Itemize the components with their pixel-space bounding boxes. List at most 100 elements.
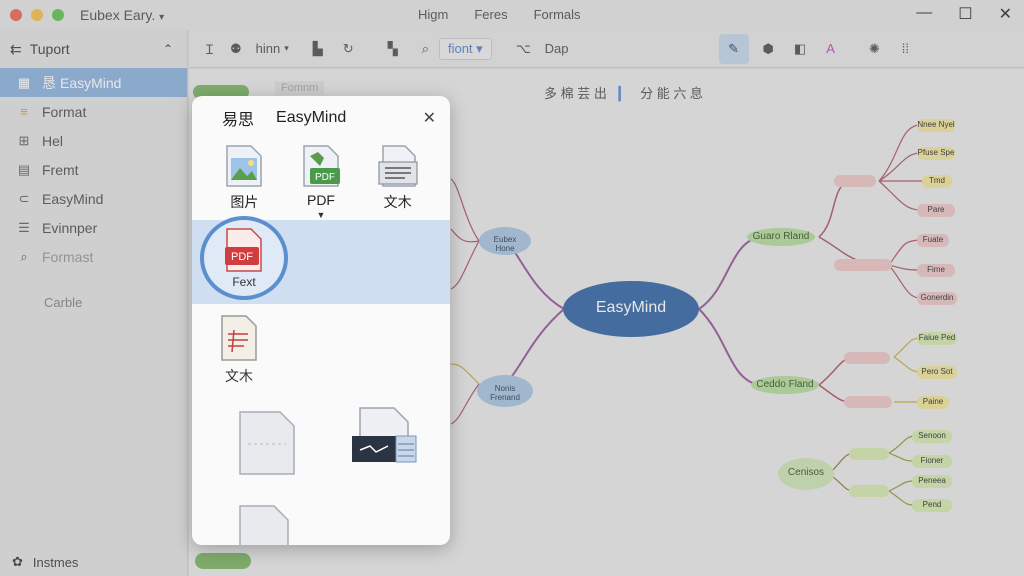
format-options-row: 图片 PDF PDF ▼ 文木 [192, 144, 450, 220]
leaf-node[interactable]: Pero Sot [917, 367, 957, 376]
layout-icon[interactable]: ◧ [794, 41, 806, 57]
leaf-node[interactable]: Fime [917, 265, 955, 274]
toolbar-label[interactable]: Dap [545, 41, 569, 56]
maximize-window-dot[interactable] [52, 9, 64, 21]
leaf-node[interactable]: Fuate [917, 235, 949, 244]
toolbar-mid-group: ▙ ↻ ▚ ⌕ fiont ▾ ⌥ Dap [303, 37, 569, 60]
svg-text:PDF: PDF [231, 251, 253, 263]
pdf-export-icon: PDF [303, 145, 340, 187]
shape-icon[interactable]: ⬢ [763, 41, 774, 57]
bookmark-icon[interactable]: ▚ [388, 41, 398, 57]
sidebar-item-format[interactable]: ≡ Format [0, 97, 187, 126]
app-title[interactable]: Eubex Eary. ▾ [80, 7, 164, 23]
minimize-icon[interactable]: — [916, 4, 932, 24]
node-right-top[interactable]: Guaro Rland [749, 231, 813, 242]
font-name[interactable]: hinn [256, 41, 281, 56]
sidebar-item-label: EasyMind [42, 190, 104, 207]
dialog-title: EasyMind [276, 109, 347, 126]
sidebar-header[interactable]: ⇇ Tuport ⌃ [0, 30, 187, 68]
leaf-node[interactable]: Tmd [922, 176, 952, 185]
format-option-image[interactable]: 图片 [212, 144, 276, 220]
sidebar-item-evinnper[interactable]: ☰ Evinnper [0, 213, 187, 242]
chevron-down-icon[interactable]: ▾ [284, 43, 289, 54]
leaf-node[interactable]: Peneea [912, 476, 952, 485]
clipboard-icon: ☰ [18, 219, 30, 235]
leaf-node[interactable]: Nnee Nyel [917, 120, 955, 129]
sidebar-footer-label: Instmes [32, 554, 79, 570]
leaf-node[interactable]: Pare [917, 205, 955, 214]
node-left-top[interactable]: Eubex Hone [485, 235, 525, 253]
selected-pdf-option[interactable]: PDF Fext [200, 216, 288, 300]
settings-icon[interactable]: ✺ [869, 41, 880, 57]
maximize-icon[interactable]: ☐ [958, 4, 972, 24]
mindmap-icon: ▦ [17, 74, 31, 90]
central-node-label[interactable]: EasyMind [581, 299, 681, 317]
document-icon: ▤ [17, 161, 31, 177]
sidebar-item-easymind[interactable]: ▦ 恳 EasyMind [0, 68, 187, 97]
font-size-select[interactable]: fiont ▾ [438, 37, 492, 60]
blank-file-option-2[interactable] [236, 504, 292, 545]
leaf-node[interactable]: Paine [917, 397, 949, 406]
text-cursor-icon[interactable]: Ｉ [203, 39, 216, 58]
chevron-down-icon: ▾ [159, 12, 165, 23]
leaf-node[interactable]: Fioner [912, 456, 952, 465]
sidebar-item-fremt[interactable]: ▤ Fremt [0, 155, 187, 184]
node-right-mid[interactable]: Ceddo Fland [753, 379, 817, 390]
leaf-node[interactable]: Gonerdin [917, 293, 957, 302]
format-icon: ≡ [20, 104, 28, 119]
format-label: PDF [306, 192, 335, 208]
leaf-node[interactable]: Faiue Ped [917, 333, 957, 342]
sidebar-item-easymind-2[interactable]: ⊂ EasyMind [0, 184, 187, 213]
folder-file-icon [239, 411, 295, 475]
blank-file-option[interactable] [236, 408, 298, 483]
tools-icon[interactable]: ⌥ [516, 41, 531, 57]
dialog-title-cn: 易思 [222, 112, 255, 129]
format-option-pdf[interactable]: PDF PDF ▼ [289, 144, 353, 220]
sidebar-item-label: EasyMind [60, 74, 122, 91]
chevron-up-icon[interactable]: ⌃ [163, 42, 173, 56]
format-label: 图片 [230, 194, 259, 210]
search-icon: ⌕ [20, 248, 28, 264]
sidebar-item-label: Fremt [42, 161, 79, 178]
node-right-bottom[interactable]: Cenisos [781, 467, 831, 478]
svg-text:PDF: PDF [315, 172, 335, 183]
sidebar-item-label: Format [42, 103, 87, 120]
close-icon[interactable]: ✕ [423, 108, 436, 128]
user-icon[interactable]: ⚉ [230, 41, 242, 57]
grid-icon[interactable]: ⁞⁞ [902, 41, 909, 56]
leaf-node[interactable]: Pfuse Spe [917, 148, 955, 157]
window-controls: — ☐ ✕ [916, 4, 1012, 24]
undo-icon[interactable]: ↻ [343, 41, 354, 57]
close-window-dot[interactable] [10, 9, 22, 21]
menu-item-higm[interactable]: Higm [418, 7, 448, 22]
toolbar: Ｉ ⚉ hinn ▾ ▙ ↻ ▚ ⌕ fiont ▾ ⌥ Dap ✎ ⬢ ◧ A… [189, 30, 1024, 68]
sidebar-item-formast[interactable]: ⌕ Formast [0, 242, 187, 271]
dialog-header: 易思 EasyMind [192, 96, 450, 140]
sidebar-footer[interactable]: ✿ Instmes [12, 554, 78, 570]
format-option-text-2[interactable]: 文木 [218, 314, 260, 386]
menu-item-feres[interactable]: Feres [474, 7, 507, 22]
leaf-node[interactable]: Senoon [912, 431, 952, 440]
export-dialog: 易思 EasyMind ✕ 图片 PDF PDF ▼ 文木 PDF Fext 文… [192, 96, 450, 545]
toolbar-left-group: Ｉ ⚉ hinn ▾ [203, 39, 289, 58]
sidebar-item-prefix: 恳 [42, 74, 56, 91]
minimize-window-dot[interactable] [31, 9, 43, 21]
text-document-icon [221, 315, 257, 361]
format-option-text[interactable]: 文木 [366, 144, 430, 220]
text-file-icon [378, 145, 418, 187]
close-icon[interactable]: ✕ [999, 4, 1012, 24]
leaf-node[interactable]: Pend [912, 500, 952, 509]
sidebar-subitem[interactable]: Carble [0, 295, 187, 310]
title-bar: Eubex Eary. ▾ Higm Feres Formals — ☐ ✕ [0, 0, 1024, 30]
format-label: 文木 [383, 194, 412, 210]
presentation-file-option[interactable] [352, 406, 418, 481]
pen-tool-button[interactable]: ✎ [718, 33, 749, 64]
search-icon[interactable]: ⌕ [422, 41, 429, 57]
bold-icon[interactable]: ▙ [313, 41, 323, 57]
text-color-icon[interactable]: A [826, 41, 835, 56]
menu-item-formals[interactable]: Formals [534, 7, 581, 22]
pdf-file-icon: PDF [225, 228, 262, 272]
blank-file-icon [239, 505, 289, 545]
node-left-bottom[interactable]: Nonis Frenand [481, 384, 529, 402]
sidebar-item-hel[interactable]: ⊞ Hel [0, 126, 187, 155]
